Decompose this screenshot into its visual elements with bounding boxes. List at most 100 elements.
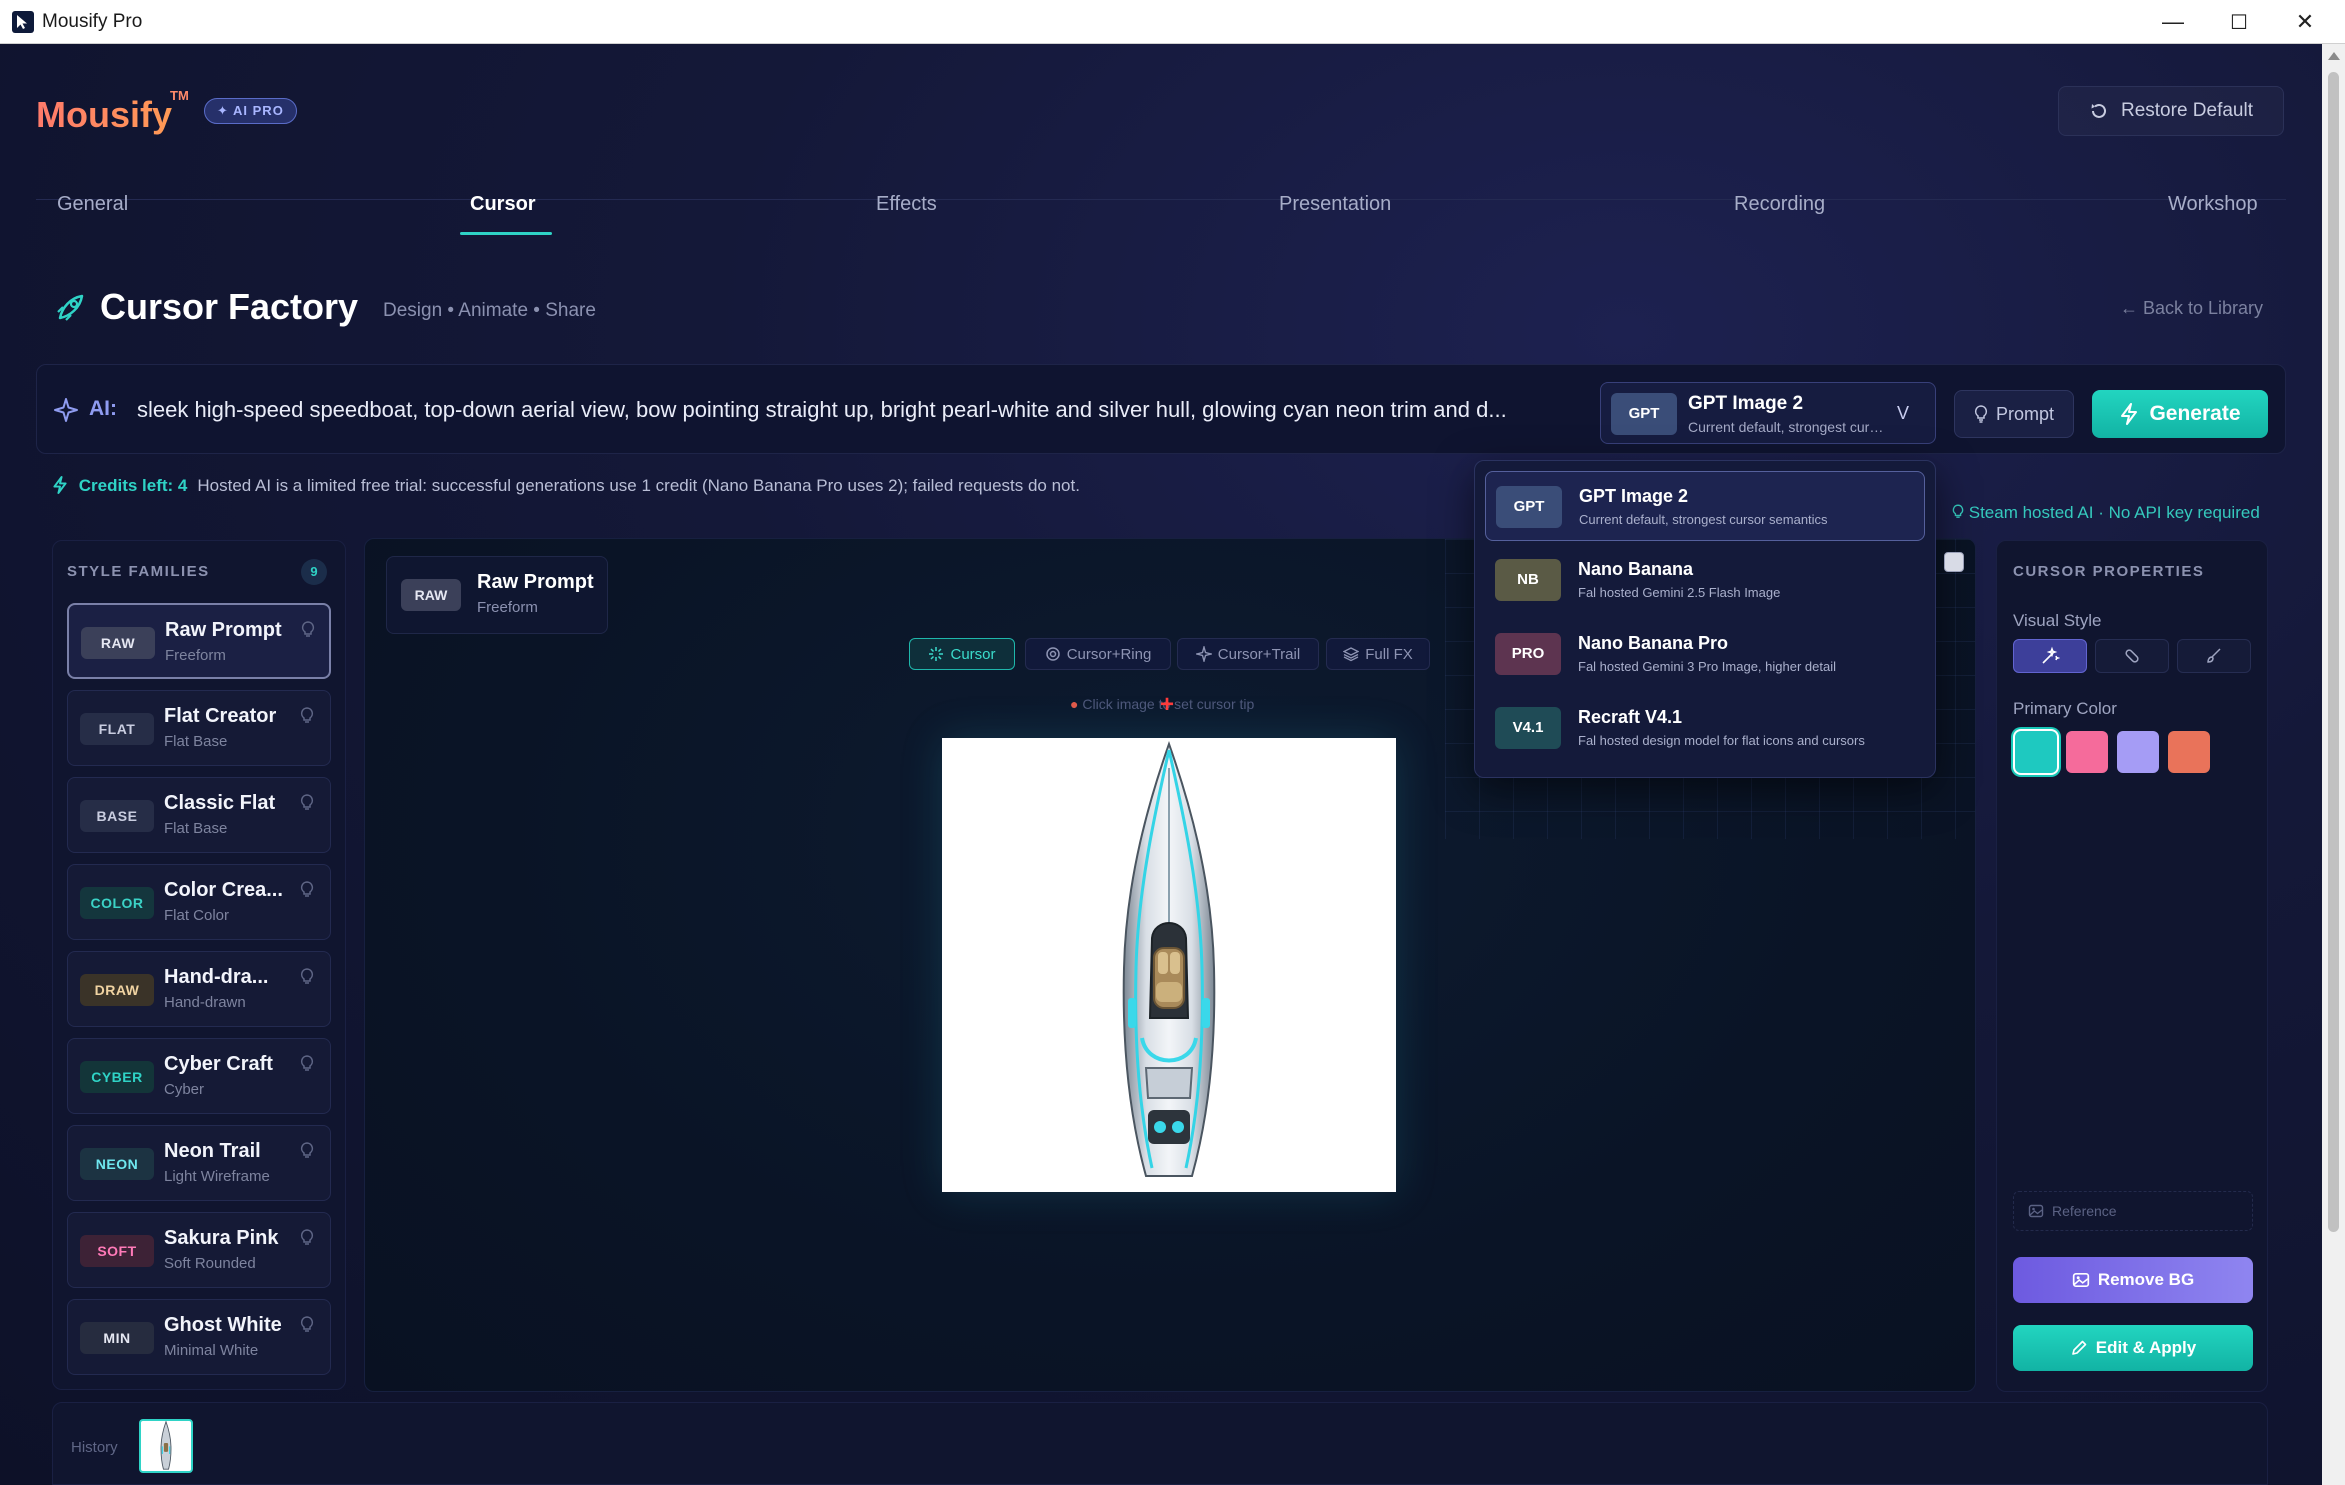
tab-workshop[interactable]: Workshop (2168, 193, 2258, 216)
cursor-properties-panel: CURSOR PROPERTIES Visual Style Primary C… (1996, 540, 2268, 1392)
model-name: GPT Image 2 (1688, 393, 1804, 414)
scrollbar-thumb[interactable] (2328, 72, 2339, 1232)
sparkle-icon (54, 398, 78, 422)
remove-bg-button[interactable]: Remove BG (2013, 1257, 2253, 1303)
lightbulb-icon[interactable] (300, 1142, 314, 1160)
current-style-tag: RAW (401, 579, 461, 611)
lightbulb-icon[interactable] (300, 794, 314, 812)
mode-tab-cursor[interactable]: Cursor (909, 638, 1015, 670)
lightbulb-icon[interactable] (300, 1229, 314, 1247)
tab-effects[interactable]: Effects (876, 193, 937, 216)
layers-icon (1343, 647, 1360, 662)
chevron-down-icon: V (1897, 403, 1910, 423)
scroll-up-arrow[interactable] (2328, 52, 2340, 60)
mode-tab-cursor-trail[interactable]: Cursor+Trail (1177, 638, 1319, 670)
visual-style-magic[interactable] (2013, 639, 2087, 673)
generate-button[interactable]: Generate (2092, 390, 2268, 438)
style-family-item[interactable]: MIN Ghost White Minimal White (67, 1299, 331, 1375)
style-family-name: Classic Flat (164, 792, 276, 814)
model-description: Current default, strongest cursor semant… (1688, 419, 1888, 435)
style-family-item[interactable]: FLAT Flat Creator Flat Base (67, 690, 331, 766)
color-swatch[interactable] (2066, 731, 2108, 773)
ai-prompt-input[interactable]: sleek high-speed speedboat, top-down aer… (137, 397, 1617, 423)
style-families-heading: STYLE FAMILIES (67, 563, 210, 580)
rocket-icon (57, 294, 84, 321)
lightbulb-icon[interactable] (300, 707, 314, 725)
vertical-scrollbar[interactable] (2322, 44, 2345, 1485)
model-option[interactable]: PRO Nano Banana Pro Fal hosted Gemini 3 Pr… (1485, 619, 1925, 689)
lightbulb-icon[interactable] (300, 1316, 314, 1334)
app-main: Mousify TM ✦ AI PRO Restore Default Gene… (0, 44, 2322, 1485)
model-option-tag: PRO (1495, 633, 1561, 675)
model-option-name: GPT Image 2 (1579, 486, 1689, 506)
ai-label: AI: (89, 397, 117, 420)
maximize-button[interactable]: ☐ (2206, 0, 2272, 44)
style-family-item[interactable]: COLOR Color Crea... Flat Color (67, 864, 331, 940)
page-subtitle: Design • Animate • Share (383, 300, 596, 321)
generate-button-label: Generate (2149, 402, 2241, 425)
window-titlebar: Mousify Pro — ☐ ✕ (0, 0, 2345, 44)
prompt-button[interactable]: Prompt (1954, 390, 2074, 438)
style-family-name: Ghost White (164, 1314, 282, 1336)
style-family-tag: FLAT (80, 713, 154, 745)
app-icon (12, 11, 34, 33)
style-family-tag: SOFT (80, 1235, 154, 1267)
restore-default-label: Restore Default (2120, 100, 2253, 121)
style-family-item[interactable]: NEON Neon Trail Light Wireframe (67, 1125, 331, 1201)
model-option[interactable]: V4.1 Recraft V4.1 Fal hosted design model … (1485, 693, 1925, 763)
reference-upload[interactable]: Reference (2013, 1191, 2253, 1231)
close-button[interactable]: ✕ (2272, 0, 2338, 44)
style-family-name: Hand-dra... (164, 966, 269, 988)
style-family-sub: Cyber (164, 1081, 205, 1098)
model-option-desc: Fal hosted Gemini 2.5 Flash Image (1578, 585, 1781, 600)
generated-cursor-preview[interactable] (942, 738, 1396, 1192)
style-family-tag: COLOR (80, 887, 154, 919)
credits-left: Credits left: 4 (78, 476, 188, 495)
style-family-sub: Hand-drawn (164, 994, 246, 1011)
style-family-name: Color Crea... (164, 879, 283, 901)
cursor-tip-marker[interactable]: + (1160, 693, 1174, 717)
style-family-sub: Light Wireframe (164, 1168, 270, 1185)
style-family-item[interactable]: SOFT Sakura Pink Soft Rounded (67, 1212, 331, 1288)
target-icon: ● (1070, 696, 1079, 712)
style-family-item[interactable]: BASE Classic Flat Flat Base (67, 777, 331, 853)
style-family-item[interactable]: CYBER Cyber Craft Cyber (67, 1038, 331, 1114)
style-family-item[interactable]: RAW Raw Prompt Freeform (67, 603, 331, 679)
style-family-item[interactable]: DRAW Hand-dra... Hand-drawn (67, 951, 331, 1027)
tab-presentation[interactable]: Presentation (1279, 193, 1391, 216)
model-option[interactable]: NB Nano Banana Fal hosted Gemini 2.5 Flash… (1485, 545, 1925, 615)
history-label: History (71, 1439, 118, 1456)
lightbulb-icon[interactable] (300, 1055, 314, 1073)
style-family-sub: Minimal White (164, 1342, 259, 1359)
model-option-name: Recraft V4.1 (1578, 707, 1683, 727)
visual-style-pill[interactable] (2095, 639, 2169, 673)
window-title: Mousify Pro (42, 11, 143, 32)
model-select[interactable]: GPT GPT Image 2 Current default, stronge… (1600, 382, 1936, 444)
tab-general[interactable]: General (57, 193, 128, 216)
restore-icon (2091, 103, 2106, 118)
model-option[interactable]: GPT GPT Image 2 Current default, strongest… (1485, 471, 1925, 541)
history-thumbnail[interactable] (139, 1419, 193, 1473)
lightbulb-icon[interactable] (301, 621, 315, 639)
overlay-checkbox[interactable] (1944, 552, 1964, 572)
main-tabs (36, 124, 2286, 200)
edit-apply-button[interactable]: Edit & Apply (2013, 1325, 2253, 1371)
lightbulb-icon[interactable] (300, 881, 314, 899)
style-family-sub: Flat Base (164, 733, 228, 750)
tab-cursor[interactable]: Cursor (470, 193, 536, 216)
color-swatch[interactable] (2168, 731, 2210, 773)
tab-recording[interactable]: Recording (1734, 193, 1825, 216)
color-swatch[interactable] (2117, 731, 2159, 773)
back-to-library-link[interactable]: ← Back to Library (2120, 298, 2263, 319)
style-family-sub: Flat Base (164, 820, 228, 837)
mode-tab-cursor-ring[interactable]: Cursor+Ring (1025, 638, 1171, 670)
lightbulb-icon[interactable] (300, 968, 314, 986)
color-swatch[interactable] (2015, 731, 2057, 773)
minimize-button[interactable]: — (2140, 0, 2206, 44)
model-option-tag: GPT (1496, 486, 1562, 528)
pill-icon (2125, 649, 2139, 663)
mode-tab-full-fx[interactable]: Full FX (1326, 638, 1430, 670)
mode-tab-label: Cursor (950, 645, 996, 663)
model-dropdown-menu: GPT GPT Image 2 Current default, strongest… (1474, 460, 1936, 778)
visual-style-brush[interactable] (2177, 639, 2251, 673)
